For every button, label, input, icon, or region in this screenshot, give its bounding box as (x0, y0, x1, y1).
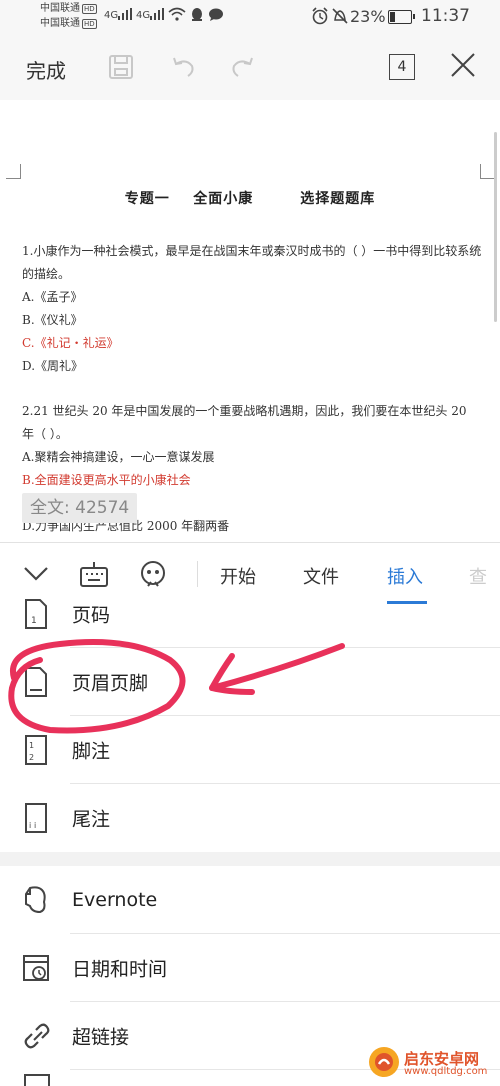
clock: 11:37 (421, 6, 470, 26)
signal-icon-2 (150, 8, 164, 23)
endnote-icon: ii (22, 802, 50, 834)
menu-item-label: 页眉页脚 (72, 672, 149, 695)
battery-percent: 23% (350, 7, 386, 26)
menu-item-label: Evernote (72, 889, 158, 911)
page-count-badge[interactable]: 4 (389, 54, 415, 80)
question-1-text: 1.小康作为一种社会模式，最早是在战国末年或秦汉时成书的（ ）一书中得到比较系统… (22, 244, 482, 281)
menu-item-label: 超链接 (72, 1026, 130, 1049)
mute-icon (331, 7, 349, 28)
page-corner-mark-right (480, 164, 495, 179)
menu-item-label: 日期和时间 (72, 958, 168, 981)
page-corner-mark-left (6, 164, 21, 179)
menu-item-label: 脚注 (72, 740, 111, 763)
menu-item-label: 尾注 (72, 808, 111, 831)
svg-text:2: 2 (29, 753, 34, 762)
question-2-option-b: B.全面建设更高水平的小康社会 (22, 473, 191, 487)
header-footer-icon (22, 666, 50, 698)
svg-text:1: 1 (29, 741, 34, 750)
carrier-1: 中国联通 HD (40, 3, 97, 14)
watermark-icon (369, 1047, 399, 1077)
document-title: 专题一 全面小康 选择题题库 (124, 191, 376, 207)
svg-text:i: i (29, 821, 31, 830)
qq-icon (190, 7, 204, 26)
svg-text:i: i (34, 821, 36, 830)
insert-menu: 1 页码 页眉页脚 12 脚注 ii 尾注 Evernote 日期和时间 超链接 (0, 599, 500, 1086)
question-2-option-a: A.聚精会神搞建设，一心一意谋发展 (22, 450, 215, 464)
document-view[interactable]: 专题一 全面小康 选择题题库 1.小康作为一种社会模式，最早是在战国末年或秦汉时… (0, 100, 500, 540)
question-2-text: 2.21 世纪头 20 年是中国发展的一个重要战略机遇期，因此，我们要在本世纪头… (22, 404, 467, 441)
scrollbar[interactable] (494, 132, 497, 322)
editor-toolbar: 完成 4 (0, 34, 500, 100)
page-number-icon: 1 (22, 598, 50, 630)
message-icon (208, 8, 224, 25)
menu-item-endnote[interactable]: ii 尾注 (0, 784, 500, 852)
menu-item-page-number[interactable]: 1 页码 (0, 580, 500, 648)
wifi-icon (168, 7, 186, 24)
question-1-option-a: A.《孟子》 (22, 290, 83, 304)
battery-icon (388, 10, 415, 24)
alarm-icon (311, 7, 329, 28)
save-icon[interactable] (106, 52, 136, 82)
question-1-option-b: B.《仪礼》 (22, 313, 83, 327)
redo-icon[interactable] (228, 52, 258, 82)
signal-icon-1 (118, 8, 132, 23)
question-1-option-d: D.《周礼》 (22, 359, 84, 373)
footnote-icon: 12 (22, 734, 50, 766)
carrier-2: 中国联通 HD (40, 18, 97, 29)
menu-item-label: 页码 (72, 604, 111, 627)
menu-item-header-footer[interactable]: 页眉页脚 (0, 648, 500, 716)
link-icon (22, 1020, 50, 1052)
status-bar: 中国联通 HD 中国联通 HD 4G 4G 23% 11:37 (0, 0, 500, 34)
watermark-logo: 启东安卓网 www.qdltdg.com (368, 1046, 496, 1080)
network-type-1: 4G (104, 10, 119, 21)
watermark-url: www.qdltdg.com (404, 1066, 488, 1077)
evernote-icon (22, 884, 50, 916)
network-type-2: 4G (136, 10, 151, 21)
undo-icon[interactable] (168, 52, 198, 82)
close-icon[interactable] (448, 50, 478, 86)
question-1-option-c: C.《礼记・礼运》 (22, 336, 119, 350)
menu-item-evernote[interactable]: Evernote (0, 866, 500, 934)
menu-item-footnote[interactable]: 12 脚注 (0, 716, 500, 784)
menu-group-divider (0, 852, 500, 866)
menu-item-date-time[interactable]: 日期和时间 (0, 934, 500, 1002)
svg-text:1: 1 (31, 616, 37, 626)
word-count-badge: 全文: 42574 (22, 493, 138, 523)
done-button[interactable]: 完成 (26, 55, 66, 84)
calendar-clock-icon (22, 952, 50, 984)
